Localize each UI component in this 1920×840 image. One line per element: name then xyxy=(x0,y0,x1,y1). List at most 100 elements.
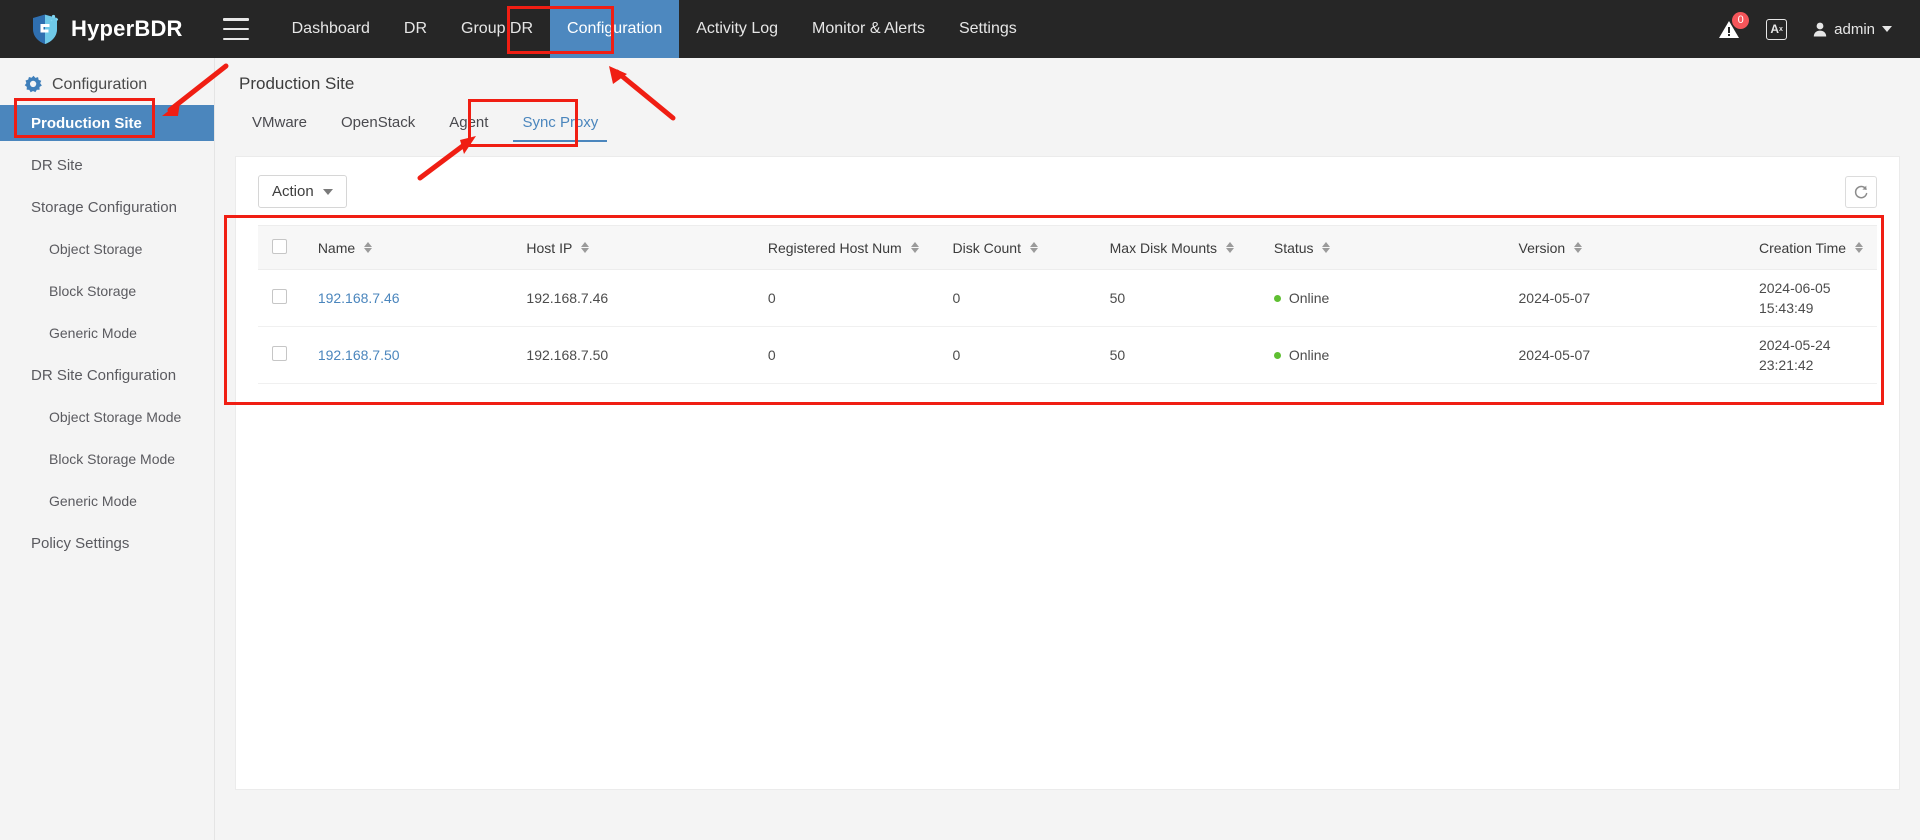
sidebar-item-object-storage-mode[interactable]: Object Storage Mode xyxy=(0,399,214,435)
creation-clock: 23:21:42 xyxy=(1758,357,1814,373)
sync-proxy-panel: Action Name Host IP Registered Host Num … xyxy=(235,156,1900,790)
column-label-registered-host-num: Registered Host Num xyxy=(767,239,902,256)
sort-icon[interactable] xyxy=(1322,242,1331,254)
row-checkbox[interactable] xyxy=(272,346,287,361)
status-dot-icon xyxy=(1273,294,1281,302)
status-badge: Online xyxy=(1273,290,1491,306)
username-label: admin xyxy=(1834,20,1875,38)
sort-icon[interactable] xyxy=(1855,242,1863,254)
proxy-name-link[interactable]: 192.168.7.50 xyxy=(318,347,400,363)
refresh-icon xyxy=(1854,185,1868,198)
gear-config-icon xyxy=(24,75,42,93)
refresh-button[interactable] xyxy=(1845,175,1877,208)
tab-vmware[interactable]: VMware xyxy=(235,108,324,142)
language-sup: x xyxy=(1779,25,1783,33)
sidebar-item-object-storage[interactable]: Object Storage xyxy=(0,231,214,267)
column-header-disk-count[interactable]: Disk Count xyxy=(938,225,1096,270)
status-badge: Online xyxy=(1273,347,1491,363)
main-content: Production Site VMware OpenStack Agent S… xyxy=(215,58,1920,840)
column-header-max-disk-mounts[interactable]: Max Disk Mounts xyxy=(1095,225,1260,270)
sync-proxy-table: Name Host IP Registered Host Num Disk Co… xyxy=(258,225,1877,384)
table-row[interactable]: 192.168.7.50 192.168.7.50 0 0 50 Online xyxy=(258,326,1877,384)
user-menu[interactable]: admin xyxy=(1813,21,1892,38)
sidebar-item-production-site[interactable]: Production Site xyxy=(0,105,214,141)
cell-creation-time: 2024-06-05 15:43:49 xyxy=(1744,269,1877,327)
tab-sync-proxy[interactable]: Sync Proxy xyxy=(505,108,615,142)
table-row[interactable]: 192.168.7.46 192.168.7.46 0 0 50 Online xyxy=(258,269,1877,327)
cell-status: Online xyxy=(1259,326,1505,384)
sort-icon[interactable] xyxy=(364,242,373,254)
nav-item-dashboard[interactable]: Dashboard xyxy=(275,0,387,58)
column-label-creation-time: Creation Time xyxy=(1758,239,1847,256)
nav-item-activity-log[interactable]: Activity Log xyxy=(679,0,795,58)
cell-max-disk-mounts: 50 xyxy=(1095,326,1260,384)
cell-registered-host-num: 0 xyxy=(753,269,939,327)
table-body: 192.168.7.46 192.168.7.46 0 0 50 Online xyxy=(258,269,1877,384)
action-button-label: Action xyxy=(272,183,314,200)
main-nav-items: Dashboard DR Group DR Configuration Acti… xyxy=(275,0,1034,58)
sort-icon[interactable] xyxy=(910,242,919,254)
sidebar-item-dr-site[interactable]: DR Site xyxy=(0,147,214,183)
sort-icon[interactable] xyxy=(580,242,589,254)
column-label-version: Version xyxy=(1518,239,1566,256)
alert-bell-icon[interactable]: 0 xyxy=(1718,12,1750,41)
brand-logo[interactable]: HyperBDR xyxy=(30,13,183,45)
proxy-name-link[interactable]: 192.168.7.46 xyxy=(318,290,400,306)
top-navigation-bar: HyperBDR Dashboard DR Group DR Configura… xyxy=(0,0,1920,58)
creation-time-stack: 2024-06-05 15:43:49 xyxy=(1759,278,1863,319)
hamburger-menu-icon[interactable] xyxy=(222,18,249,40)
column-header-host-ip[interactable]: Host IP xyxy=(512,225,754,270)
action-button[interactable]: Action xyxy=(258,175,347,208)
column-header-status[interactable]: Status xyxy=(1259,225,1505,270)
table-header-row: Name Host IP Registered Host Num Disk Co… xyxy=(258,225,1877,270)
alert-count-badge: 0 xyxy=(1732,12,1750,29)
select-all-checkbox[interactable] xyxy=(272,238,287,254)
cell-max-disk-mounts: 50 xyxy=(1095,269,1260,327)
column-header-name[interactable]: Name xyxy=(303,225,513,270)
shield-logo-icon xyxy=(33,14,59,45)
brand-name: HyperBDR xyxy=(71,16,183,41)
sidebar-item-storage-configuration[interactable]: Storage Configuration xyxy=(0,189,214,225)
nav-item-dr[interactable]: DR xyxy=(387,0,444,58)
sort-icon[interactable] xyxy=(1029,242,1038,254)
sidebar-item-policy-settings[interactable]: Policy Settings xyxy=(0,525,214,561)
cell-name: 192.168.7.46 xyxy=(303,269,513,327)
tab-bar: VMware OpenStack Agent Sync Proxy xyxy=(215,108,1920,142)
sidebar-item-block-storage-mode[interactable]: Block Storage Mode xyxy=(0,441,214,477)
nav-item-settings[interactable]: Settings xyxy=(942,0,1034,58)
column-label-disk-count: Disk Count xyxy=(952,239,1021,256)
panel-toolbar: Action xyxy=(236,157,1899,208)
status-label: Online xyxy=(1288,347,1330,363)
sort-icon[interactable] xyxy=(1225,242,1234,254)
hamburger-bar xyxy=(222,27,249,31)
column-label-host-ip: Host IP xyxy=(526,239,573,256)
nav-item-monitor-alerts[interactable]: Monitor & Alerts xyxy=(795,0,942,58)
user-avatar-icon xyxy=(1813,22,1827,36)
status-label: Online xyxy=(1288,290,1330,306)
nav-item-configuration[interactable]: Configuration xyxy=(550,0,680,58)
sidebar-item-generic-mode[interactable]: Generic Mode xyxy=(0,315,214,351)
tab-openstack[interactable]: OpenStack xyxy=(324,108,432,142)
cell-creation-time: 2024-05-24 23:21:42 xyxy=(1744,326,1877,384)
sidebar-item-block-storage[interactable]: Block Storage xyxy=(0,273,214,309)
cell-host-ip: 192.168.7.50 xyxy=(512,326,754,384)
column-header-creation-time[interactable]: Creation Time xyxy=(1744,225,1877,270)
cell-version: 2024-05-07 xyxy=(1504,269,1745,327)
sort-icon[interactable] xyxy=(1574,242,1583,254)
page-title: Production Site xyxy=(239,74,355,93)
language-icon[interactable]: Ax xyxy=(1766,18,1788,40)
cell-status: Online xyxy=(1259,269,1505,327)
chevron-down-icon xyxy=(1882,26,1892,32)
cell-disk-count: 0 xyxy=(938,326,1096,384)
creation-date: 2024-06-05 xyxy=(1758,279,1831,296)
sidebar-item-dr-site-configuration[interactable]: DR Site Configuration xyxy=(0,357,214,393)
table-header: Name Host IP Registered Host Num Disk Co… xyxy=(258,225,1877,270)
column-header-version[interactable]: Version xyxy=(1504,225,1745,270)
column-header-registered-host-num[interactable]: Registered Host Num xyxy=(753,225,939,270)
nav-item-group-dr[interactable]: Group DR xyxy=(444,0,550,58)
sidebar-item-generic-mode-dr[interactable]: Generic Mode xyxy=(0,483,214,519)
creation-time-stack: 2024-05-24 23:21:42 xyxy=(1759,335,1863,376)
nav-right-actions: 0 Ax admin xyxy=(1718,12,1892,41)
row-checkbox[interactable] xyxy=(272,289,287,304)
tab-agent[interactable]: Agent xyxy=(432,108,505,142)
